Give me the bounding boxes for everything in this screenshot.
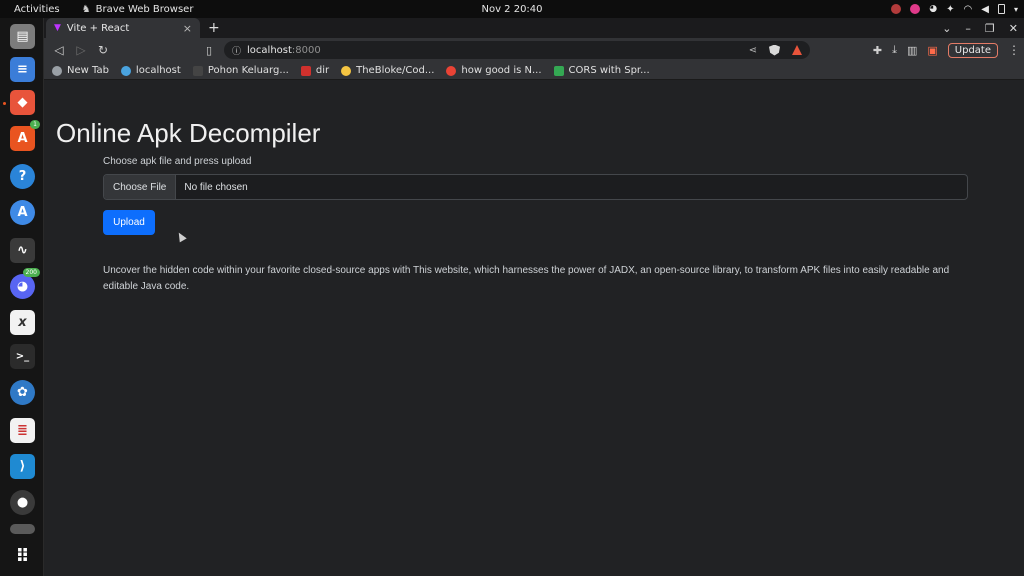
- close-tab-icon[interactable]: ×: [183, 22, 192, 35]
- app-menu-label: Brave Web Browser: [95, 3, 194, 15]
- dock-vscode-icon[interactable]: ⟩: [10, 454, 35, 479]
- dock-docs-icon[interactable]: ≡: [10, 57, 35, 82]
- address-bar[interactable]: ⓘ localhost:8000 ⋖: [224, 41, 810, 59]
- toolbar-actions: ✚ ⤓ ▥ ▣ Update ⋮: [873, 38, 1020, 62]
- dock-text-editor-icon[interactable]: ≣: [10, 418, 35, 443]
- react-favicon-icon: [120, 65, 131, 76]
- update-button[interactable]: Update: [947, 42, 998, 58]
- tab-search-icon[interactable]: ⌄: [942, 22, 951, 35]
- page-title: Online Apk Decompiler: [56, 118, 321, 148]
- extensions-icon[interactable]: ✚: [873, 44, 882, 57]
- tab-strip: ▼ Vite + React × + ⌄ – ❐ ✕: [44, 18, 1024, 38]
- forward-button[interactable]: ▷: [70, 43, 92, 57]
- upload-button[interactable]: Upload: [103, 210, 155, 235]
- battery-icon[interactable]: [997, 4, 1005, 14]
- choose-file-button[interactable]: Choose File: [104, 175, 177, 199]
- volume-icon[interactable]: ◀: [981, 4, 989, 15]
- site-favicon-icon: [192, 65, 203, 76]
- url-host: localhost: [247, 44, 292, 56]
- site-info-icon[interactable]: ⓘ: [232, 44, 241, 57]
- dock-appcenter-icon[interactable]: A: [10, 200, 35, 225]
- dock-discord-badge: 200: [22, 268, 40, 277]
- system-tray: ◕ ✦ ◠ ◀ ▾: [891, 0, 1018, 18]
- system-top-bar: Activities ♞ Brave Web Browser Nov 2 20:…: [0, 0, 1024, 18]
- brave-shields-icon[interactable]: [769, 44, 780, 56]
- browser-window: ▼ Vite + React × + ⌄ – ❐ ✕ ◁ ▷ ↻ ▯ ⓘ loc…: [44, 18, 1024, 576]
- description-text: Uncover the hidden code within your favo…: [103, 265, 950, 292]
- dock-software-icon[interactable]: A1: [10, 120, 40, 151]
- bookmark-localhost[interactable]: localhost: [120, 65, 181, 76]
- browser-toolbar: ◁ ▷ ↻ ▯ ⓘ localhost:8000 ⋖ ✚ ⤓ ▥ ▣ Updat…: [44, 38, 1024, 62]
- dock-xournal-icon[interactable]: x: [10, 310, 35, 335]
- close-window-icon[interactable]: ✕: [1009, 22, 1018, 35]
- minimize-icon[interactable]: –: [965, 22, 971, 35]
- brave-lion-icon: ♞: [81, 3, 91, 15]
- bookmark-icon[interactable]: ▯: [206, 44, 222, 57]
- bookmark-new-tab[interactable]: New Tab: [52, 65, 109, 76]
- address-bar-actions: ⋖: [749, 44, 802, 56]
- sidebar-icon[interactable]: ▥: [907, 44, 917, 57]
- discord-tray-icon[interactable]: ◕: [929, 4, 937, 14]
- url-port: :8000: [291, 44, 321, 56]
- activities-button[interactable]: Activities: [0, 4, 70, 15]
- file-status: No file chosen: [184, 181, 248, 193]
- dock-files-icon[interactable]: ▤: [10, 24, 35, 49]
- menu-icon[interactable]: ⋮: [1008, 43, 1020, 57]
- back-button[interactable]: ◁: [48, 43, 70, 57]
- bookmarks-bar: New Tab localhost Pohon Keluarg... dir T…: [44, 62, 1024, 80]
- dock-help-icon[interactable]: ?: [10, 164, 35, 189]
- reload-button[interactable]: ↻: [92, 43, 114, 57]
- dock: ▤ ≡ ◆ A1 ? A ∿ ◕ 200 x >_ ✿ ≣ ⟩ ● ⠿: [0, 18, 44, 576]
- mouse-cursor-icon: [175, 230, 187, 243]
- desktop: Activities ♞ Brave Web Browser Nov 2 20:…: [0, 0, 1024, 576]
- dock-terminal-icon[interactable]: >_: [10, 344, 35, 369]
- record-indicator-icon[interactable]: [891, 4, 902, 14]
- bookmark-how-good-is[interactable]: how good is N...: [446, 65, 542, 76]
- dock-software-badge: 1: [30, 120, 40, 129]
- maximize-icon[interactable]: ❐: [985, 22, 995, 35]
- new-tab-button[interactable]: +: [208, 18, 220, 38]
- accessibility-icon[interactable]: ✦: [946, 4, 954, 15]
- dock-kdeconnect-icon[interactable]: ✿: [10, 380, 35, 405]
- bookmark-pohon-keluarga[interactable]: Pohon Keluarg...: [192, 65, 289, 76]
- huggingface-favicon-icon: [341, 65, 352, 76]
- vite-favicon-icon: ▼: [54, 23, 61, 33]
- upload-label: Choose apk file and press upload: [103, 156, 252, 167]
- brave-rewards-icon[interactable]: [792, 45, 802, 55]
- apk-file-input[interactable]: Choose File No file chosen: [103, 174, 968, 200]
- wallet-icon[interactable]: ▣: [927, 44, 937, 57]
- window-controls: ⌄ – ❐ ✕: [942, 18, 1018, 38]
- bookmark-thebloke[interactable]: TheBloke/Cod...: [341, 65, 434, 76]
- oracle-favicon-icon: [300, 65, 311, 76]
- dock-obs-icon[interactable]: ●: [10, 490, 35, 515]
- google-favicon-icon: [446, 65, 457, 76]
- dock-brave-icon[interactable]: ◆: [10, 90, 35, 115]
- tab-vite-react[interactable]: ▼ Vite + React ×: [46, 18, 200, 38]
- spring-favicon-icon: [553, 65, 564, 76]
- page-content: Online Apk Decompiler Choose apk file an…: [44, 80, 1024, 576]
- dock-monitor-icon[interactable]: ∿: [10, 238, 35, 263]
- dock-drive-icon[interactable]: [10, 524, 35, 534]
- brave-favicon-icon: [52, 65, 62, 76]
- dock-discord-icon[interactable]: ◕ 200: [10, 268, 40, 299]
- bookmark-dir[interactable]: dir: [300, 65, 329, 76]
- share-icon[interactable]: ⋖: [749, 45, 757, 56]
- chevron-down-icon[interactable]: ▾: [1014, 5, 1018, 14]
- wifi-icon[interactable]: ◠: [964, 4, 973, 15]
- active-app-indicator: [3, 102, 6, 105]
- show-apps-icon[interactable]: ⠿: [10, 544, 35, 569]
- downloads-icon[interactable]: ⤓: [892, 43, 897, 57]
- color-app-icon[interactable]: [910, 4, 921, 14]
- tab-title: Vite + React: [66, 22, 130, 34]
- bookmark-cors-with-spring[interactable]: CORS with Spr...: [553, 65, 650, 76]
- app-menu[interactable]: ♞ Brave Web Browser: [82, 4, 194, 15]
